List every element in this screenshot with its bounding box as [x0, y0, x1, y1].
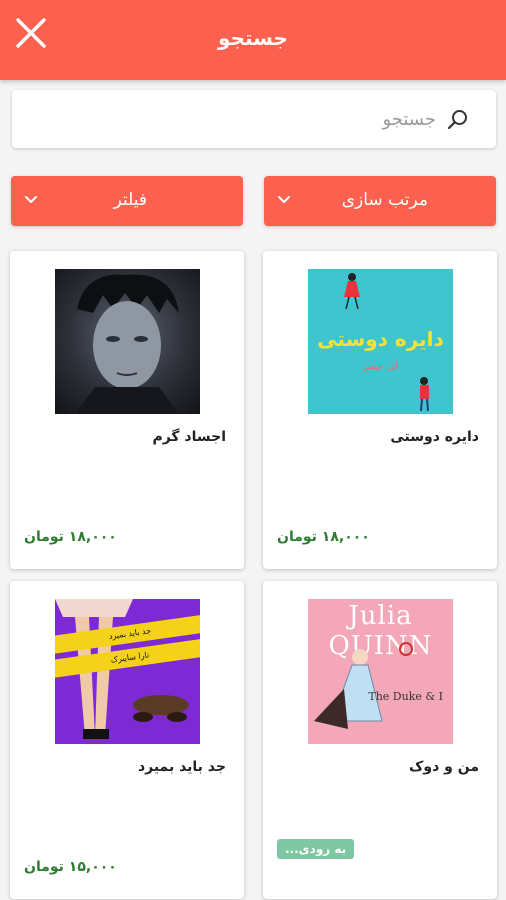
cover-subtitle: The Duke & I — [368, 690, 443, 703]
book-price: ۱۸,۰۰۰ تومان — [24, 529, 117, 545]
sort-label: مرتب سازی — [341, 190, 428, 210]
chevron-down-icon — [25, 196, 37, 203]
book-cover-image: Julia QUINN The Duke & I — [308, 599, 453, 744]
cover-author: لی جیمز — [362, 361, 399, 372]
chevron-down-icon — [278, 196, 290, 203]
app-bar: جستجو — [0, 0, 506, 80]
cover-face-illustration — [75, 274, 179, 414]
book-card[interactable]: Julia QUINN The Duke & I من و دوک به زود… — [263, 581, 497, 899]
book-price: ۱۸,۰۰۰ تومان — [277, 529, 370, 545]
page-title: جستجو — [218, 26, 288, 50]
cover-title: دایره دوستی — [317, 327, 444, 351]
coming-soon-badge: به زودی... — [277, 839, 355, 859]
search-icon[interactable] — [446, 108, 470, 132]
book-title: اجساد گرم — [152, 429, 226, 445]
search-input[interactable] — [22, 100, 436, 138]
book-price: ۱۵,۰۰۰ تومان — [24, 859, 117, 875]
book-card[interactable]: دایره دوستی لی جیمز دایره دوستی ۱۸,۰۰۰ ت… — [263, 251, 497, 569]
book-cover-image: جد باید بمیرد تارا سایبرک — [55, 599, 200, 744]
sort-button[interactable]: مرتب سازی — [264, 176, 496, 226]
book-title: من و دوک — [409, 759, 479, 775]
book-title: دایره دوستی — [390, 429, 479, 445]
filter-label: فیلتر — [113, 190, 147, 210]
book-cover-image — [55, 269, 200, 414]
book-cover-image: دایره دوستی لی جیمز — [308, 269, 453, 414]
filter-button[interactable]: فیلتر — [11, 176, 243, 226]
book-card[interactable]: جد باید بمیرد تارا سایبرک جد باید بمیرد … — [10, 581, 244, 899]
cover-lady-illustration — [314, 642, 413, 729]
search-box — [12, 90, 496, 148]
book-card[interactable]: اجساد گرم ۱۸,۰۰۰ تومان — [10, 251, 244, 569]
book-title: جد باید بمیرد — [137, 759, 226, 775]
